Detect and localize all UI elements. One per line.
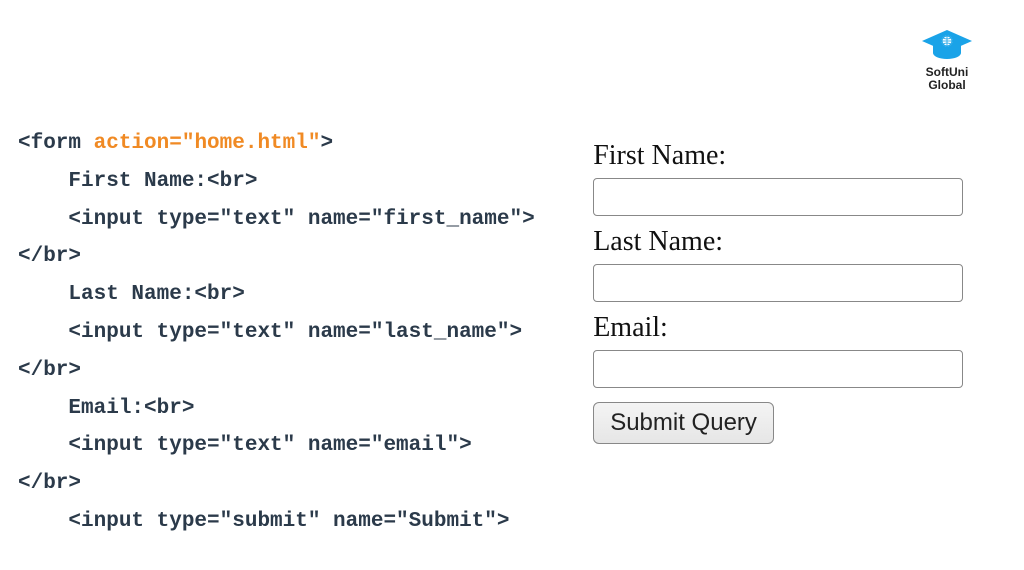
code-panel: <form action="home.html"> First Name:<br… (0, 0, 563, 570)
code-line-1a: <form (18, 132, 94, 155)
code-line-2: First Name:<br> (18, 170, 257, 193)
code-line-1-highlight: action="home.html" (94, 132, 321, 155)
code-line-3: <input type="text" name="first_name"> (18, 208, 535, 231)
first-name-label: First Name: (593, 140, 964, 172)
graduation-cap-icon (920, 28, 974, 64)
submit-button[interactable]: Submit Query (593, 402, 774, 444)
last-name-label: Last Name: (593, 226, 964, 258)
code-line-4: </br> (18, 245, 81, 268)
logo-text-line2: Global (920, 79, 974, 92)
code-line-1c: > (320, 132, 333, 155)
code-line-9: <input type="text" name="email"> (18, 434, 472, 457)
code-line-6: <input type="text" name="last_name"> (18, 321, 522, 344)
slide-container: SoftUni Global <form action="home.html">… (0, 0, 1024, 570)
first-name-input[interactable] (593, 178, 963, 216)
last-name-input[interactable] (593, 264, 963, 302)
code-block: <form action="home.html"> First Name:<br… (18, 125, 553, 570)
email-input[interactable] (593, 350, 963, 388)
code-line-7: </br> (18, 359, 81, 382)
code-line-10: </br> (18, 472, 81, 495)
code-line-11: <input type="submit" name="Submit"> (18, 510, 509, 533)
code-line-8: Email:<br> (18, 397, 194, 420)
logo: SoftUni Global (920, 28, 974, 92)
code-line-5: Last Name:<br> (18, 283, 245, 306)
email-label: Email: (593, 312, 964, 344)
